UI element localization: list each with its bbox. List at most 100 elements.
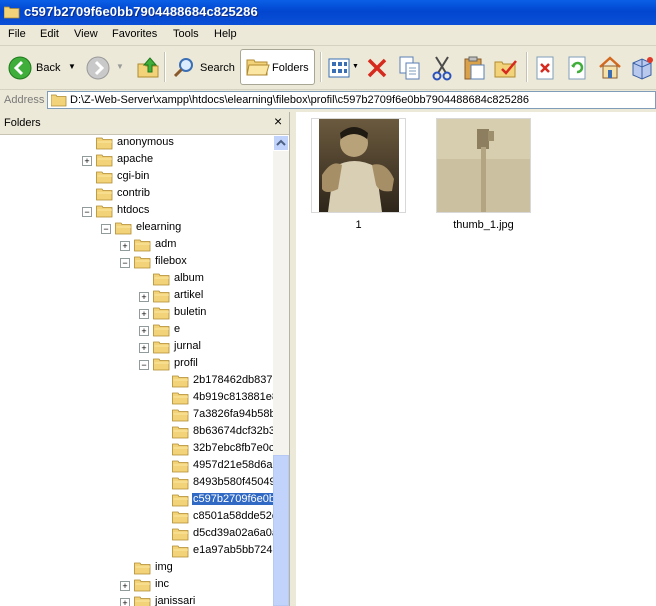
views-button[interactable]: ▼: [326, 49, 360, 85]
properties-button[interactable]: [628, 49, 656, 85]
up-button[interactable]: [134, 49, 162, 85]
search-icon: [173, 58, 193, 78]
tree-item[interactable]: e1a97ab5bb724: [0, 543, 273, 560]
expand-icon[interactable]: +: [139, 309, 149, 319]
folders-button[interactable]: Folders: [240, 49, 315, 85]
tree-item[interactable]: 2b178462db837: [0, 373, 273, 390]
collapse-icon[interactable]: −: [139, 360, 149, 370]
tree-item[interactable]: 8493b580f45049: [0, 475, 273, 492]
close-icon[interactable]: ×: [274, 113, 282, 129]
expand-icon[interactable]: +: [120, 581, 130, 591]
forward-arrow-icon: [86, 56, 110, 80]
tree-item-label: img: [155, 561, 173, 573]
tree-item-label: buletin: [174, 306, 207, 318]
tree-item[interactable]: 32b7ebc8fb7e0c: [0, 441, 273, 458]
menu-favorites[interactable]: Favorites: [112, 28, 157, 40]
tree-item[interactable]: − elearning: [0, 220, 273, 237]
scroll-up-button[interactable]: [273, 135, 289, 151]
delete-button[interactable]: [364, 49, 392, 85]
toolbar: Back ▼ ▼ Search Folders ▼: [0, 46, 656, 90]
menu-edit[interactable]: Edit: [40, 28, 59, 40]
expand-icon[interactable]: +: [139, 292, 149, 302]
menu-tools[interactable]: Tools: [173, 28, 199, 40]
tree-item[interactable]: img: [0, 560, 273, 577]
thumbnail-frame: [311, 118, 406, 213]
folder-icon: [172, 477, 189, 490]
search-button[interactable]: Search: [170, 49, 236, 85]
stop-button[interactable]: [532, 49, 560, 85]
expand-icon[interactable]: +: [120, 598, 130, 606]
tree-item-label: adm: [155, 238, 177, 250]
tree-item[interactable]: + janissari: [0, 594, 273, 606]
expand-icon[interactable]: +: [139, 343, 149, 353]
folder-icon: [172, 494, 189, 507]
tree-item[interactable]: cgi-bin: [0, 169, 273, 186]
tree-item[interactable]: d5cd39a02a6a0a: [0, 526, 273, 543]
tree-item[interactable]: + inc: [0, 577, 273, 594]
menu-view[interactable]: View: [74, 28, 98, 40]
tree-item[interactable]: contrib: [0, 186, 273, 203]
menu-file[interactable]: File: [8, 28, 26, 40]
tree-item[interactable]: + jurnal: [0, 339, 273, 356]
tree-item-label: filebox: [155, 255, 187, 267]
tree-item[interactable]: + buletin: [0, 305, 273, 322]
menu-help[interactable]: Help: [214, 28, 237, 40]
folder-icon: [153, 358, 170, 371]
views-icon: [328, 58, 350, 78]
tree-item-label: contrib: [117, 187, 151, 199]
tree-scrollbar[interactable]: [273, 135, 289, 606]
collapse-icon[interactable]: −: [82, 207, 92, 217]
copy-icon: [399, 56, 420, 80]
menu-bar: File Edit View Favorites Tools Help: [0, 25, 656, 46]
tree-item[interactable]: c8501a58dde52c: [0, 509, 273, 526]
tree-item-label: apache: [117, 153, 154, 165]
tree-item[interactable]: 7a3826fa94b58b: [0, 407, 273, 424]
folder-icon: [172, 392, 189, 405]
tree-item[interactable]: c597b2709f6e0b: [0, 492, 273, 509]
move-to-button[interactable]: [492, 49, 520, 85]
back-dropdown-icon[interactable]: ▼: [68, 62, 76, 71]
scroll-thumb[interactable]: [273, 455, 289, 606]
paste-button[interactable]: [460, 49, 488, 85]
views-dropdown-icon[interactable]: ▼: [352, 63, 359, 70]
tree-item-label: 7a3826fa94b58b: [193, 408, 273, 420]
forward-dropdown-icon[interactable]: ▼: [116, 62, 124, 71]
copy-to-button[interactable]: [396, 49, 424, 85]
expand-icon[interactable]: +: [139, 326, 149, 336]
tree-item-label: 4957d21e58d6a: [193, 459, 273, 471]
folders-icon: [246, 59, 270, 76]
forward-button[interactable]: ▼: [84, 49, 128, 85]
tree-item[interactable]: 4957d21e58d6a: [0, 458, 273, 475]
tree-item[interactable]: + apache: [0, 152, 273, 169]
collapse-icon[interactable]: −: [120, 258, 130, 268]
expand-icon[interactable]: +: [120, 241, 130, 251]
folder-icon: [51, 94, 67, 107]
tree-item[interactable]: album: [0, 271, 273, 288]
tree-item[interactable]: − htdocs: [0, 203, 273, 220]
folder-icon: [96, 205, 113, 218]
tree-item[interactable]: − filebox: [0, 254, 273, 271]
tree-item[interactable]: 4b919c813881e8: [0, 390, 273, 407]
tree-item[interactable]: + adm: [0, 237, 273, 254]
tree-item-label: 8b63674dcf32b3: [193, 425, 273, 437]
address-input[interactable]: D:\Z-Web-Server\xampp\htdocs\elearning\f…: [47, 91, 656, 109]
tree-item[interactable]: + artikel: [0, 288, 273, 305]
tree-item[interactable]: 8b63674dcf32b3: [0, 424, 273, 441]
tree-item-label: anonymous: [117, 136, 174, 148]
folder-icon: [96, 154, 113, 167]
collapse-icon[interactable]: −: [101, 224, 111, 234]
address-value: D:\Z-Web-Server\xampp\htdocs\elearning\f…: [70, 94, 530, 106]
folder-check-icon: [494, 60, 517, 78]
tree-item[interactable]: + e: [0, 322, 273, 339]
cut-button[interactable]: [428, 49, 456, 85]
home-button[interactable]: [596, 49, 624, 85]
folder-icon: [153, 341, 170, 354]
back-label: Back: [36, 62, 61, 74]
tree-item-label: e: [174, 323, 181, 335]
refresh-button[interactable]: [564, 49, 592, 85]
folder-icon: [153, 273, 170, 286]
tree-item[interactable]: − profil: [0, 356, 273, 373]
expand-icon[interactable]: +: [82, 156, 92, 166]
tree-item[interactable]: anonymous: [0, 135, 273, 152]
back-button[interactable]: Back ▼: [6, 49, 78, 85]
